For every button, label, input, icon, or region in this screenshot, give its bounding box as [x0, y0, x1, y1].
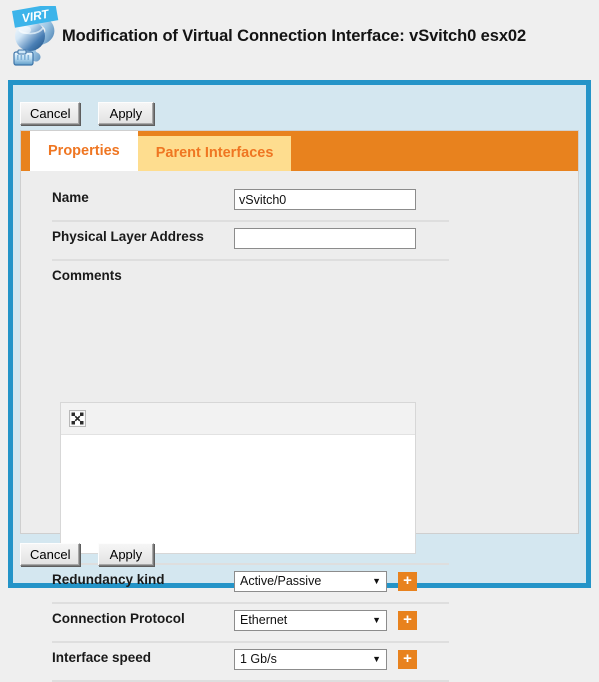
row-redundancy-kind: Redundancy kind Active/Passive ▼ + — [52, 571, 449, 595]
redundancy-kind-select[interactable]: Active/Passive ▼ — [234, 571, 387, 592]
virt-network-cable-icon: VIRT — [8, 3, 60, 68]
toolbar-top: Cancel Apply — [20, 102, 167, 125]
comments-editor-body[interactable] — [61, 435, 415, 553]
dialog-body: Cancel Apply Properties Parent Interface… — [13, 85, 586, 682]
dialog-window: Cancel Apply Properties Parent Interface… — [8, 80, 591, 682]
row-physical-layer-address: Physical Layer Address — [52, 228, 449, 252]
app-header: VIRT Modification of Virtual Connection … — [0, 0, 599, 80]
connection-protocol-value: Ethernet — [240, 613, 288, 627]
row-divider — [52, 602, 449, 604]
chevron-down-icon: ▼ — [372, 654, 381, 664]
label-physical-layer-address: Physical Layer Address — [52, 229, 204, 244]
row-comments: Comments — [52, 267, 449, 287]
add-redundancy-kind-button[interactable]: + — [398, 572, 417, 591]
toolbar-bottom: Cancel Apply — [20, 543, 167, 566]
row-interface-speed: Interface speed 1 Gb/s ▼ + — [52, 649, 449, 673]
add-connection-protocol-button[interactable]: + — [398, 611, 417, 630]
broken-image-icon[interactable] — [69, 410, 86, 427]
label-redundancy-kind: Redundancy kind — [52, 572, 165, 587]
physical-layer-address-input[interactable] — [234, 228, 416, 249]
comments-editor-toolbar — [61, 403, 415, 435]
interface-speed-select[interactable]: 1 Gb/s ▼ — [234, 649, 387, 670]
add-interface-speed-button[interactable]: + — [398, 650, 417, 669]
content-panel: Properties Parent Interfaces Name Physic… — [20, 130, 579, 682]
row-divider — [52, 641, 449, 643]
row-divider — [52, 259, 449, 261]
comments-editor[interactable] — [60, 402, 416, 554]
apply-button-bottom[interactable]: Apply — [97, 543, 154, 566]
label-name: Name — [52, 190, 89, 205]
page-title: Modification of Virtual Connection Inter… — [62, 27, 527, 45]
row-name: Name — [52, 189, 449, 213]
tab-strip: Properties Parent Interfaces — [21, 131, 578, 171]
properties-form: Name Physical Layer Address Comments — [21, 171, 578, 682]
label-connection-protocol: Connection Protocol — [52, 611, 185, 626]
label-comments: Comments — [52, 268, 122, 283]
row-divider — [52, 220, 449, 222]
tab-parent-interfaces[interactable]: Parent Interfaces — [137, 136, 292, 171]
row-connection-protocol: Connection Protocol Ethernet ▼ + — [52, 610, 449, 634]
redundancy-kind-value: Active/Passive — [240, 574, 322, 588]
chevron-down-icon: ▼ — [372, 576, 381, 586]
name-input[interactable] — [234, 189, 416, 210]
cancel-button-top[interactable]: Cancel — [20, 102, 81, 125]
connection-protocol-select[interactable]: Ethernet ▼ — [234, 610, 387, 631]
apply-button-top[interactable]: Apply — [97, 102, 154, 125]
tab-properties[interactable]: Properties — [30, 131, 138, 171]
label-interface-speed: Interface speed — [52, 650, 152, 665]
cancel-button-bottom[interactable]: Cancel — [20, 543, 81, 566]
interface-speed-value: 1 Gb/s — [240, 652, 277, 666]
chevron-down-icon: ▼ — [372, 615, 381, 625]
